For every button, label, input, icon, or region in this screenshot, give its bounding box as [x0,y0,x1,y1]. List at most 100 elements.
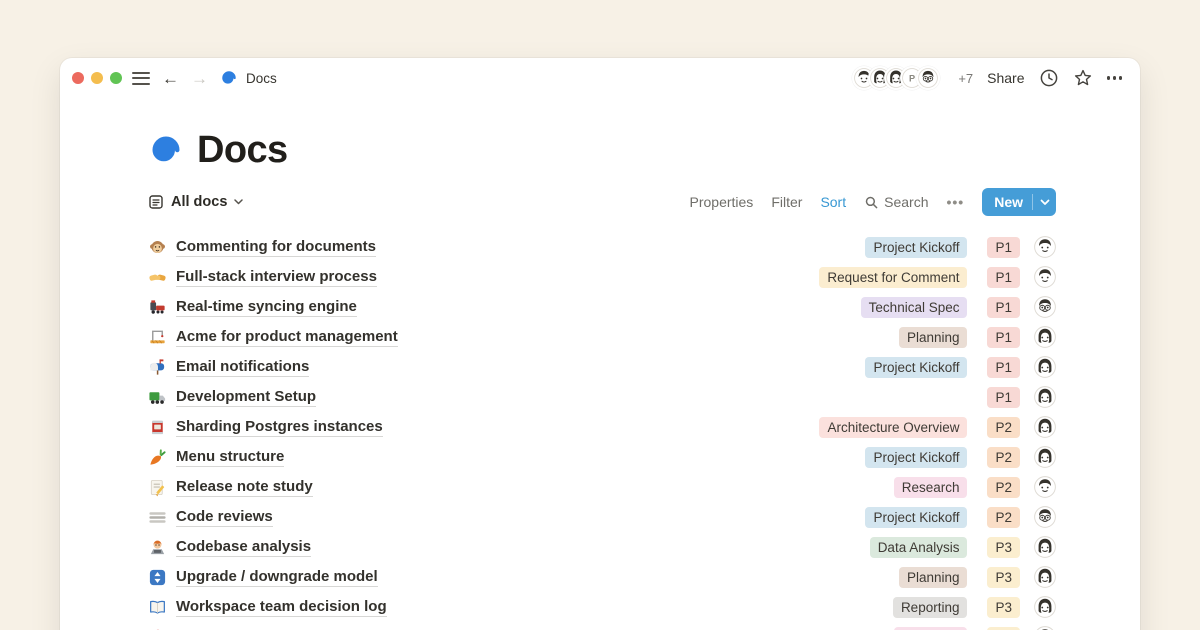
doc-title-link[interactable]: Sharding Postgres instances [176,417,383,437]
glasses-sketch-avatar[interactable] [916,66,940,90]
priority-tag[interactable]: P1 [987,267,1020,288]
close-button[interactable] [72,72,84,84]
memo-icon [148,478,167,497]
row-properties: Project Kickoff P1 [865,236,1056,258]
woman-sketch-avatar[interactable] [1034,356,1056,378]
priority-tag[interactable]: P3 [987,597,1020,618]
doc-row[interactable]: Full-stack interview process Request for … [148,262,1056,292]
share-button[interactable]: Share [987,70,1024,86]
category-tag[interactable]: Architecture Overview [819,417,967,438]
category-tag[interactable]: Project Kickoff [865,357,967,378]
glasses-sketch-avatar[interactable] [1034,296,1056,318]
woman-sketch-avatar[interactable] [1034,536,1056,558]
doc-row[interactable]: Code reviews Project Kickoff P2 [148,502,1056,532]
filter-button[interactable]: Filter [771,194,802,210]
gray-lines-icon [148,508,167,527]
doc-row[interactable]: Upgrade / downgrade model Planning P3 [148,562,1056,592]
doc-title-link[interactable]: Codebase analysis [176,537,311,557]
hamburger-menu-icon[interactable] [132,72,150,85]
priority-tag[interactable]: P1 [987,387,1020,408]
doc-title-link[interactable]: Email notifications [176,357,309,377]
doc-row[interactable]: Commenting for documentsProject KickoffP… [148,232,1056,262]
doc-row[interactable]: Real-time syncing engine Technical Spec P1 [148,292,1056,322]
doc-title-link[interactable]: Acme for product management [176,327,398,347]
priority-tag[interactable]: P1 [987,327,1020,348]
category-tag[interactable]: Technical Spec [861,297,968,318]
doc-title-link[interactable]: Upgrade / downgrade model [176,567,378,587]
glasses-sketch-avatar[interactable] [1034,506,1056,528]
forward-arrow-icon[interactable]: → [191,70,208,87]
priority-tag[interactable]: P2 [987,477,1020,498]
category-tag[interactable]: Project Kickoff [865,507,967,528]
sort-button[interactable]: Sort [820,194,846,210]
category-tag[interactable]: Reporting [893,597,968,618]
priority-tag[interactable]: P2 [987,447,1020,468]
doc-title-link[interactable]: Commenting for documents [176,237,376,257]
new-dropdown-chevron-icon[interactable] [1040,199,1050,206]
man-sketch-avatar[interactable] [1034,626,1056,630]
priority-tag[interactable]: P3 [987,537,1020,558]
doc-row[interactable]: Performance review feedbackResearchP3 [148,622,1056,630]
titlebar: ← → Docs P +7 Share [60,58,1140,98]
category-tag[interactable]: Planning [899,567,968,588]
doc-list: Commenting for documentsProject KickoffP… [148,232,1056,630]
doc-row[interactable]: Release note study Research P2 [148,472,1056,502]
doc-row[interactable]: Email notifications Project Kickoff P1 [148,352,1056,382]
doc-row[interactable]: Menu structure Project Kickoff P2 [148,442,1056,472]
doc-row[interactable]: Development Setup P1 [148,382,1056,412]
category-tag[interactable]: Project Kickoff [865,447,967,468]
priority-tag[interactable]: P3 [987,627,1020,630]
view-switcher[interactable]: All docs [148,194,243,210]
titlebar-left: ← → Docs [132,69,277,87]
avatar-stack[interactable]: P [852,66,940,90]
spiral-logo-icon [148,132,184,168]
woman-sketch-avatar[interactable] [1034,416,1056,438]
headphones-sketch-avatar[interactable] [1034,446,1056,468]
row-properties: Project Kickoff P1 [865,356,1056,378]
doc-title-link[interactable]: Real-time syncing engine [176,297,357,317]
man-sketch-avatar[interactable] [1034,266,1056,288]
category-tag[interactable]: Request for Comment [819,267,967,288]
doc-row[interactable]: Acme for product management Planning P1 [148,322,1056,352]
technologist-icon [148,538,167,557]
priority-tag[interactable]: P2 [987,417,1020,438]
properties-button[interactable]: Properties [690,194,754,210]
priority-tag[interactable]: P3 [987,567,1020,588]
priority-tag[interactable]: P1 [987,357,1020,378]
doc-title-link[interactable]: Release note study [176,477,313,497]
category-tag[interactable]: Project Kickoff [865,237,967,258]
avatar-overflow-count[interactable]: +7 [958,71,973,86]
man-sketch-avatar[interactable] [1034,476,1056,498]
headphones-sketch-avatar[interactable] [1034,326,1056,348]
doc-title-link[interactable]: Code reviews [176,507,273,527]
priority-tag[interactable]: P1 [987,297,1020,318]
search-icon [864,195,879,210]
doc-row[interactable]: Codebase analysis Data Analysis P3 [148,532,1056,562]
doc-title-link[interactable]: Workspace team decision log [176,597,387,617]
category-tag[interactable]: Data Analysis [870,537,968,558]
mailbox-icon [148,358,167,377]
category-tag[interactable]: Planning [899,327,968,348]
doc-row[interactable]: Workspace team decision log Reporting P3 [148,592,1056,622]
doc-row[interactable]: Sharding Postgres instances Architecture … [148,412,1056,442]
more-dots-icon[interactable] [1107,76,1123,80]
doc-title-link[interactable]: Development Setup [176,387,316,407]
man-sketch-avatar[interactable] [1034,236,1056,258]
history-clock-icon[interactable] [1039,68,1059,88]
back-arrow-icon[interactable]: ← [162,70,179,87]
woman-sketch-avatar[interactable] [1034,566,1056,588]
doc-title-link[interactable]: Full-stack interview process [176,267,377,287]
doc-title-link[interactable]: Menu structure [176,447,284,467]
view-more-dots-icon[interactable]: ••• [946,194,964,210]
category-tag[interactable]: Research [894,477,968,498]
search-button[interactable]: Search [864,194,928,210]
priority-tag[interactable]: P2 [987,507,1020,528]
woman-sketch-avatar[interactable] [1034,386,1056,408]
zoom-button[interactable] [110,72,122,84]
category-tag[interactable]: Research [894,627,968,630]
star-icon[interactable] [1073,68,1093,88]
minimize-button[interactable] [91,72,103,84]
new-button[interactable]: New [982,188,1056,216]
woman-sketch-avatar[interactable] [1034,596,1056,618]
priority-tag[interactable]: P1 [987,237,1020,258]
